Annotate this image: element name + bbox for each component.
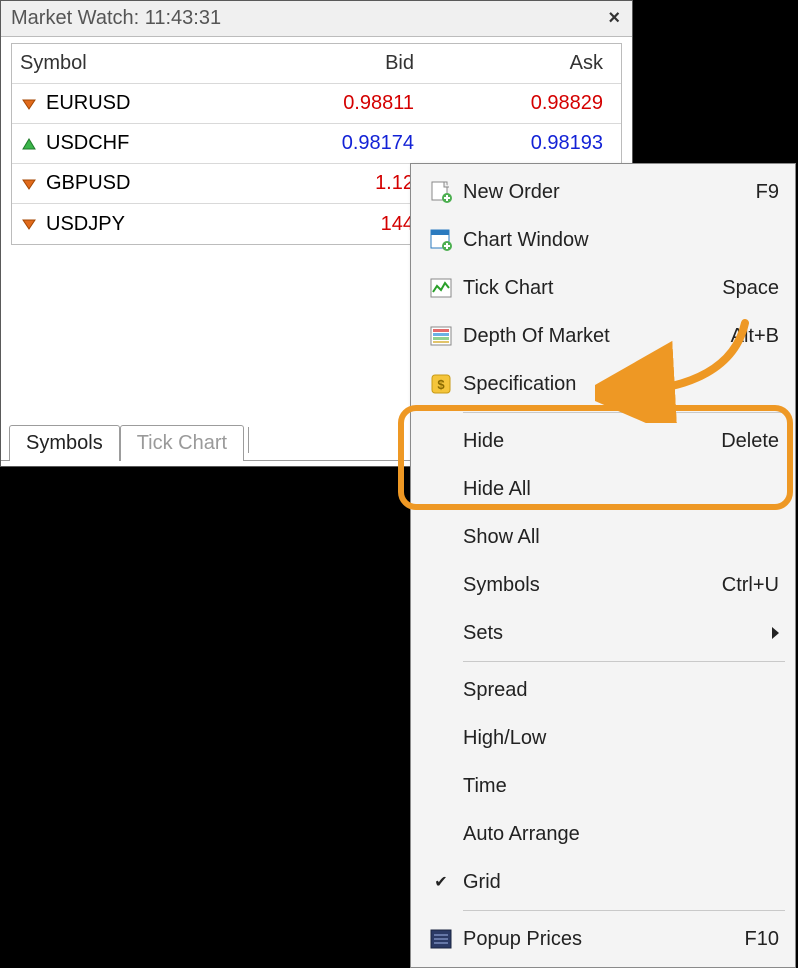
menu-shortcut: F10 bbox=[745, 928, 779, 951]
arrow-down-icon bbox=[20, 175, 38, 193]
arrow-down-icon bbox=[20, 215, 38, 233]
new-order-icon bbox=[419, 180, 463, 204]
tick-chart-icon bbox=[419, 276, 463, 300]
menu-label: Symbols bbox=[463, 574, 722, 597]
menu-hide-all[interactable]: Hide All bbox=[413, 465, 793, 513]
menu-label: New Order bbox=[463, 181, 756, 204]
menu-label: Popup Prices bbox=[463, 928, 745, 951]
menu-label: Hide All bbox=[463, 478, 779, 501]
context-menu: New Order F9 Chart Window Tick Chart Spa… bbox=[410, 163, 796, 968]
header-ask[interactable]: Ask bbox=[432, 52, 621, 75]
symbol-label: EURUSD bbox=[46, 92, 130, 115]
bid-value: 144 bbox=[232, 213, 432, 236]
menu-high-low[interactable]: High/Low bbox=[413, 714, 793, 762]
specification-icon: $ bbox=[419, 372, 463, 396]
tab-separator bbox=[248, 427, 249, 453]
submenu-arrow-icon bbox=[772, 627, 779, 639]
menu-tick-chart[interactable]: Tick Chart Space bbox=[413, 264, 793, 312]
tab-bar: Symbols Tick Chart bbox=[9, 420, 253, 460]
menu-chart-window[interactable]: Chart Window bbox=[413, 216, 793, 264]
menu-label: Tick Chart bbox=[463, 277, 722, 300]
popup-prices-icon bbox=[419, 927, 463, 951]
menu-shortcut: Alt+B bbox=[731, 325, 779, 348]
menu-new-order[interactable]: New Order F9 bbox=[413, 168, 793, 216]
menu-label: Sets bbox=[463, 622, 764, 645]
menu-auto-arrange[interactable]: Auto Arrange bbox=[413, 810, 793, 858]
arrow-down-icon bbox=[20, 95, 38, 113]
depth-icon bbox=[419, 324, 463, 348]
menu-popup-prices[interactable]: Popup Prices F10 bbox=[413, 915, 793, 963]
menu-shortcut: F9 bbox=[756, 181, 779, 204]
menu-separator bbox=[463, 661, 785, 662]
menu-depth-of-market[interactable]: Depth Of Market Alt+B bbox=[413, 312, 793, 360]
menu-label: Spread bbox=[463, 679, 779, 702]
tab-symbols[interactable]: Symbols bbox=[9, 425, 120, 461]
ask-value: 0.98193 bbox=[432, 132, 621, 155]
arrow-up-icon bbox=[20, 135, 38, 153]
menu-time[interactable]: Time bbox=[413, 762, 793, 810]
menu-label: Auto Arrange bbox=[463, 823, 779, 846]
menu-shortcut: Ctrl+U bbox=[722, 574, 779, 597]
svg-text:$: $ bbox=[437, 377, 445, 392]
table-row[interactable]: USDCHF 0.98174 0.98193 bbox=[12, 124, 621, 164]
menu-shortcut: Delete bbox=[721, 430, 779, 453]
table-row[interactable]: EURUSD 0.98811 0.98829 bbox=[12, 84, 621, 124]
menu-label: Grid bbox=[463, 871, 779, 894]
menu-shortcut: Space bbox=[722, 277, 779, 300]
menu-sets[interactable]: Sets bbox=[413, 609, 793, 657]
chart-window-icon bbox=[419, 228, 463, 252]
header-symbol[interactable]: Symbol bbox=[12, 52, 232, 75]
menu-hide[interactable]: Hide Delete bbox=[413, 417, 793, 465]
header-bid[interactable]: Bid bbox=[232, 52, 432, 75]
bid-value: 0.98811 bbox=[232, 92, 432, 115]
menu-label: Time bbox=[463, 775, 779, 798]
checkmark-icon: ✔ bbox=[419, 872, 463, 892]
menu-label: Hide bbox=[463, 430, 721, 453]
titlebar: Market Watch: 11:43:31 × bbox=[1, 1, 632, 37]
menu-label: Specification bbox=[463, 373, 779, 396]
menu-spread[interactable]: Spread bbox=[413, 666, 793, 714]
menu-separator bbox=[463, 910, 785, 911]
symbol-label: GBPUSD bbox=[46, 172, 130, 195]
table-header: Symbol Bid Ask bbox=[12, 44, 621, 84]
menu-label: High/Low bbox=[463, 727, 779, 750]
menu-label: Depth Of Market bbox=[463, 325, 731, 348]
menu-label: Chart Window bbox=[463, 229, 779, 252]
menu-show-all[interactable]: Show All bbox=[413, 513, 793, 561]
bid-value: 0.98174 bbox=[232, 132, 432, 155]
tab-tick-chart[interactable]: Tick Chart bbox=[120, 425, 244, 461]
symbol-label: USDJPY bbox=[46, 213, 125, 236]
menu-grid[interactable]: ✔ Grid bbox=[413, 858, 793, 906]
symbol-label: USDCHF bbox=[46, 132, 129, 155]
menu-label: Show All bbox=[463, 526, 779, 549]
ask-value: 0.98829 bbox=[432, 92, 621, 115]
menu-separator bbox=[463, 412, 785, 413]
panel-title: Market Watch: 11:43:31 bbox=[11, 7, 221, 30]
bid-value: 1.12 bbox=[232, 172, 432, 195]
menu-specification[interactable]: $ Specification bbox=[413, 360, 793, 408]
menu-symbols[interactable]: Symbols Ctrl+U bbox=[413, 561, 793, 609]
close-icon[interactable]: × bbox=[604, 7, 624, 30]
